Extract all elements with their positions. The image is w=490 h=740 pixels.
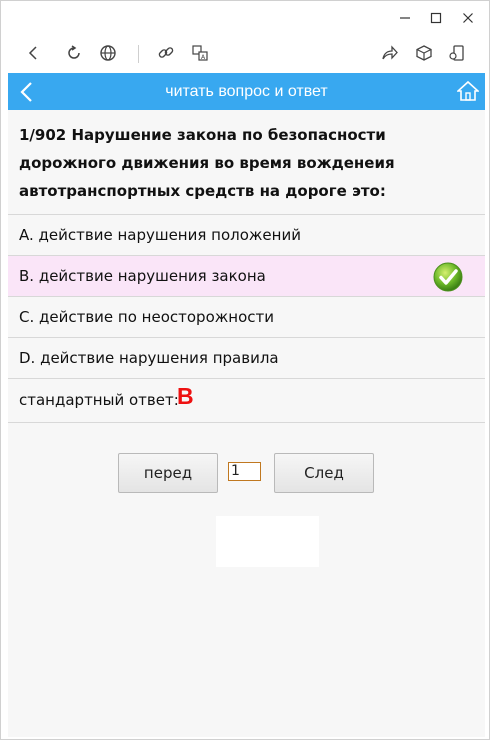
app-header: читать вопрос и ответ	[8, 73, 485, 110]
prev-button[interactable]: перед	[118, 453, 218, 493]
option-label: D. действие нарушения правила	[19, 349, 279, 367]
globe-icon[interactable]	[97, 42, 119, 64]
refresh-icon[interactable]	[63, 42, 85, 64]
browser-window: A читать вопрос и ответ 1/902 Нарушение …	[0, 0, 490, 740]
title-bar	[1, 1, 489, 35]
correct-check-icon	[433, 262, 463, 292]
cube-icon[interactable]	[413, 42, 435, 64]
option-label: A. действие нарушения положений	[19, 226, 301, 244]
blank-panel	[216, 516, 319, 567]
option-a[interactable]: A. действие нарушения положений	[8, 215, 485, 255]
page-number-input[interactable]	[228, 462, 261, 481]
answer-label: стандартный ответ:	[19, 391, 179, 409]
standard-answer: стандартный ответ: B	[8, 379, 485, 423]
translate-icon[interactable]: A	[189, 42, 211, 64]
option-c[interactable]: C. действие по неосторожности	[8, 297, 485, 337]
question-text: 1/902 Нарушение закона по безопасности д…	[19, 126, 395, 200]
option-label: C. действие по неосторожности	[19, 308, 274, 326]
share-icon[interactable]	[379, 42, 401, 64]
device-icon[interactable]	[446, 42, 468, 64]
option-d[interactable]: D. действие нарушения правила	[8, 338, 485, 378]
page-title: читать вопрос и ответ	[165, 83, 328, 100]
back-icon[interactable]	[23, 42, 45, 64]
maximize-icon[interactable]	[425, 7, 447, 29]
toolbar-separator	[138, 45, 139, 63]
option-label: B. действие нарушения закона	[19, 267, 266, 285]
quiz-app: читать вопрос и ответ 1/902 Нарушение за…	[8, 73, 485, 737]
home-icon[interactable]	[455, 80, 481, 102]
minimize-icon[interactable]	[394, 7, 416, 29]
next-button[interactable]: След	[274, 453, 374, 493]
link-icon[interactable]	[155, 42, 177, 64]
toolbar: A	[1, 35, 489, 71]
answer-value: B	[177, 383, 194, 409]
close-icon[interactable]	[457, 7, 479, 29]
divider	[8, 422, 485, 423]
option-b[interactable]: B. действие нарушения закона	[8, 256, 485, 296]
